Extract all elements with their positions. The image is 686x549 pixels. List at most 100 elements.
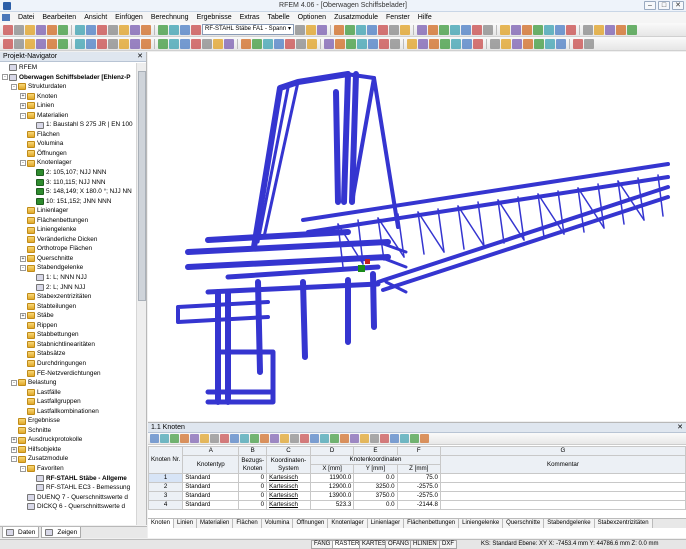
toolbar-tool-icon[interactable] — [130, 38, 140, 49]
table-tool-icon[interactable] — [360, 434, 369, 443]
tree-node[interactable]: + Hilfsobjekte — [0, 445, 137, 455]
sheet-tab[interactable]: Linien — [174, 519, 198, 528]
tree-node[interactable]: + Querschnitte — [0, 254, 137, 264]
expand-icon[interactable]: + — [11, 437, 17, 444]
toolbar-tool-icon[interactable] — [141, 38, 151, 49]
toolbar-tool-icon[interactable] — [141, 24, 151, 35]
cell-z[interactable]: -2575.0 — [396, 482, 441, 492]
toolbar-tool-icon[interactable] — [335, 38, 345, 49]
toolbar-tool-icon[interactable] — [368, 38, 378, 49]
expand-icon[interactable]: + — [20, 312, 26, 319]
tree-node[interactable]: - Strukturdaten — [0, 82, 137, 92]
table-tool-icon[interactable] — [180, 434, 189, 443]
tree-node[interactable]: - Zusatzmodule — [0, 454, 137, 464]
cell-typ[interactable]: Standard — [182, 473, 240, 483]
collapse-icon[interactable]: - — [2, 74, 8, 81]
table-tool-icon[interactable] — [400, 434, 409, 443]
table-tool-icon[interactable] — [170, 434, 179, 443]
sheet-tab[interactable]: Stabexzentrizitäten — [594, 519, 653, 528]
toolbar-tool-icon[interactable] — [472, 24, 483, 35]
toolbar-tool-icon[interactable] — [252, 38, 262, 49]
toolbar-tool-icon[interactable] — [58, 38, 68, 49]
tree-node[interactable]: Volumina — [0, 139, 137, 149]
table-row[interactable]: 2 Standard 0 Kartesisch 12900.0 3250.0 -2575.0 — [147, 482, 686, 492]
menu-tabelle[interactable]: Tabelle — [263, 12, 293, 23]
collapse-icon[interactable]: - — [11, 83, 17, 90]
toolbar-tool-icon[interactable] — [307, 38, 317, 49]
collapse-icon[interactable]: - — [20, 112, 26, 119]
menu-fenster[interactable]: Fenster — [382, 12, 414, 23]
toolbar-tool-icon[interactable] — [429, 38, 439, 49]
table-tool-icon[interactable] — [260, 434, 269, 443]
module-combo[interactable]: RF-STAHL Stäbe FA1 - Spann ▾ — [202, 24, 295, 35]
toolbar-tool-icon[interactable] — [169, 24, 179, 35]
cell-kommentar[interactable] — [439, 482, 686, 492]
collapse-icon[interactable]: - — [11, 379, 17, 386]
table-row[interactable]: 3 Standard 0 Kartesisch 13900.0 3750.0 -2575.0 — [147, 491, 686, 501]
toolbar-tool-icon[interactable] — [511, 24, 522, 35]
toolbar-tool-icon[interactable] — [573, 38, 583, 49]
tree-node[interactable]: Rippen — [0, 321, 137, 331]
cell-typ[interactable]: Standard — [182, 491, 240, 501]
cell-bezug[interactable]: 0 — [238, 500, 268, 510]
toolbar-tool-icon[interactable] — [346, 38, 356, 49]
toolbar-tool-icon[interactable] — [501, 38, 511, 49]
sheet-tab[interactable]: Materialien — [197, 519, 234, 528]
tree-node[interactable]: 1: L; NNN NJJ — [0, 273, 137, 283]
toolbar-tool-icon[interactable] — [295, 24, 306, 35]
toolbar-tool-icon[interactable] — [605, 24, 616, 35]
tab-zeigen[interactable]: Zeigen — [41, 527, 82, 538]
cell-x[interactable]: 12900.0 — [309, 482, 355, 492]
tree-node[interactable]: - Belastung — [0, 378, 137, 388]
cell-typ[interactable]: Standard — [182, 500, 240, 510]
sheet-tab[interactable]: Öffnungen — [293, 519, 329, 528]
sheet-tab[interactable]: Flächenbettungen — [404, 519, 460, 528]
maximize-button[interactable]: □ — [658, 1, 670, 10]
toolbar-tool-icon[interactable] — [407, 38, 417, 49]
toolbar-tool-icon[interactable] — [119, 24, 129, 35]
toolbar-tool-icon[interactable] — [462, 38, 472, 49]
cell-bezug[interactable]: 0 — [238, 473, 268, 483]
menu-bearbeiten[interactable]: Bearbeiten — [38, 12, 80, 23]
cell-x[interactable]: 13900.0 — [309, 491, 355, 501]
cell-nr[interactable]: 3 — [147, 491, 184, 501]
toolbar-tool-icon[interactable] — [400, 24, 411, 35]
tree-node[interactable]: Orthotrope Flächen — [0, 244, 137, 254]
toolbar-tool-icon[interactable] — [191, 38, 201, 49]
tree-node[interactable]: 2: L; JNN NJJ — [0, 283, 137, 293]
cell-system[interactable]: Kartesisch — [266, 491, 311, 501]
tree-node[interactable]: Stabsätze — [0, 349, 137, 359]
table-tool-icon[interactable] — [380, 434, 389, 443]
toolbar-tool-icon[interactable] — [523, 38, 533, 49]
tree-node[interactable]: - Oberwagen Schiffsbelader [Ehlenz-P — [0, 73, 137, 83]
tree-node[interactable]: - Favoriten — [0, 464, 137, 474]
toolbar-tool-icon[interactable] — [545, 38, 555, 49]
cell-system[interactable]: Kartesisch — [266, 473, 311, 483]
cell-y[interactable]: 0.0 — [353, 473, 398, 483]
toolbar-tool-icon[interactable] — [263, 38, 273, 49]
status-raster-button[interactable]: RASTER — [332, 540, 363, 549]
toolbar-tool-icon[interactable] — [108, 24, 118, 35]
toolbar-tool-icon[interactable] — [97, 24, 107, 35]
sheet-tab[interactable]: Knotenlager — [328, 519, 368, 528]
toolbar-tool-icon[interactable] — [169, 38, 179, 49]
toolbar-tool-icon[interactable] — [345, 24, 356, 35]
tree-node[interactable]: - Stabendgelenke — [0, 263, 137, 273]
tree-node[interactable]: RF-STAHL Stäbe - Allgeme — [0, 474, 137, 484]
toolbar-tool-icon[interactable] — [158, 38, 168, 49]
table-tool-icon[interactable] — [220, 434, 229, 443]
toolbar-tool-icon[interactable] — [483, 24, 494, 35]
sheet-tab[interactable]: Linienlager — [367, 519, 405, 528]
toolbar-tool-icon[interactable] — [213, 38, 223, 49]
toolbar-tool-icon[interactable] — [616, 24, 627, 35]
table-tool-icon[interactable] — [190, 434, 199, 443]
sheet-tab[interactable]: Knoten — [148, 519, 175, 528]
toolbar-tool-icon[interactable] — [428, 24, 439, 35]
toolbar-tool-icon[interactable] — [389, 24, 400, 35]
tree-node[interactable]: Veränderliche Dicken — [0, 235, 137, 245]
table-tool-icon[interactable] — [240, 434, 249, 443]
sheet-tab[interactable]: Flächen — [233, 519, 262, 528]
tree-node[interactable]: Linienlager — [0, 206, 137, 216]
tree-node[interactable]: DUENQ 7 - Querschnittswerte d — [0, 493, 137, 503]
close-icon[interactable]: ✕ — [137, 52, 143, 62]
